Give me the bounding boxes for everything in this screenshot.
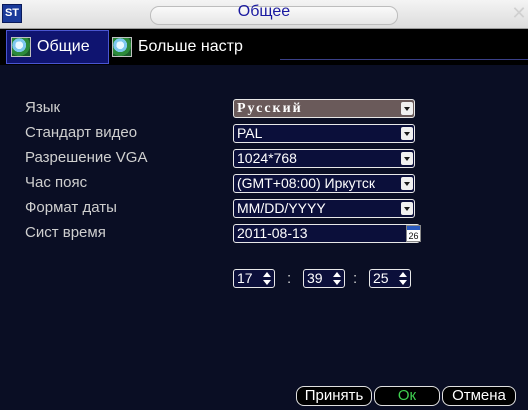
hours-value: 17 — [237, 270, 253, 286]
tab-general[interactable]: Общие — [6, 30, 109, 64]
date-format-label: Формат даты — [25, 199, 117, 216]
general-settings-window: ST Общее ✕ Общие Больше настр Язык Русск… — [0, 0, 528, 410]
time-zone-select[interactable]: (GMT+08:00) Иркутск — [233, 174, 415, 193]
seconds-spinner[interactable]: 25 — [369, 269, 411, 288]
calendar-icon[interactable]: 26 — [406, 225, 421, 242]
video-standard-label: Стандарт видео — [25, 124, 138, 141]
tab-general-label: Общие — [37, 38, 90, 55]
title-bar: ST Общее ✕ — [0, 0, 528, 29]
chevron-down-icon[interactable] — [401, 202, 413, 215]
stepper-arrows-icon[interactable] — [399, 272, 407, 285]
chevron-down-icon[interactable] — [401, 152, 413, 165]
chevron-down-icon[interactable] — [401, 177, 413, 190]
date-format-value: MM/DD/YYYY — [237, 200, 326, 216]
video-standard-select[interactable]: PAL — [233, 124, 415, 143]
minutes-value: 39 — [307, 270, 323, 286]
ok-button[interactable]: Ок — [374, 386, 440, 406]
window-title: Общее — [237, 3, 291, 20]
system-date-input[interactable]: 2011-08-13 — [233, 224, 420, 243]
language-value: Русский — [237, 101, 303, 116]
hours-spinner[interactable]: 17 — [233, 269, 275, 288]
cancel-button[interactable]: Отмена — [442, 386, 516, 406]
tab-more-settings-label: Больше настр — [138, 38, 243, 55]
close-icon[interactable]: ✕ — [511, 3, 527, 23]
settings-tab-icon — [11, 37, 31, 57]
video-standard-value: PAL — [237, 125, 263, 141]
chevron-down-icon[interactable] — [401, 102, 413, 115]
stepper-arrows-icon[interactable] — [263, 272, 271, 285]
tab-more-settings[interactable]: Больше настр — [110, 30, 278, 64]
settings-tab-icon — [112, 37, 132, 57]
date-format-select[interactable]: MM/DD/YYYY — [233, 199, 415, 218]
settings-panel: Язык Русский Стандарт видео PAL Разрешен… — [6, 66, 522, 406]
system-time-label: Сист время — [25, 224, 106, 241]
system-date-value: 2011-08-13 — [237, 225, 308, 241]
apply-button[interactable]: Принять — [296, 386, 372, 406]
vga-resolution-value: 1024*768 — [237, 150, 297, 166]
vga-resolution-label: Разрешение VGA — [25, 149, 148, 166]
time-separator: : — [353, 270, 358, 287]
time-zone-value: (GMT+08:00) Иркутск — [237, 175, 376, 191]
tab-strip: Общие Больше настр — [0, 29, 528, 65]
chevron-down-icon[interactable] — [401, 127, 413, 140]
language-label: Язык — [25, 99, 61, 116]
tab-divider — [280, 59, 528, 60]
time-zone-label: Час пояс — [25, 174, 88, 191]
stepper-arrows-icon[interactable] — [333, 272, 341, 285]
seconds-value: 25 — [373, 270, 389, 286]
vga-resolution-select[interactable]: 1024*768 — [233, 149, 415, 168]
time-separator: : — [287, 270, 292, 287]
minutes-spinner[interactable]: 39 — [303, 269, 345, 288]
language-select[interactable]: Русский — [233, 99, 415, 118]
